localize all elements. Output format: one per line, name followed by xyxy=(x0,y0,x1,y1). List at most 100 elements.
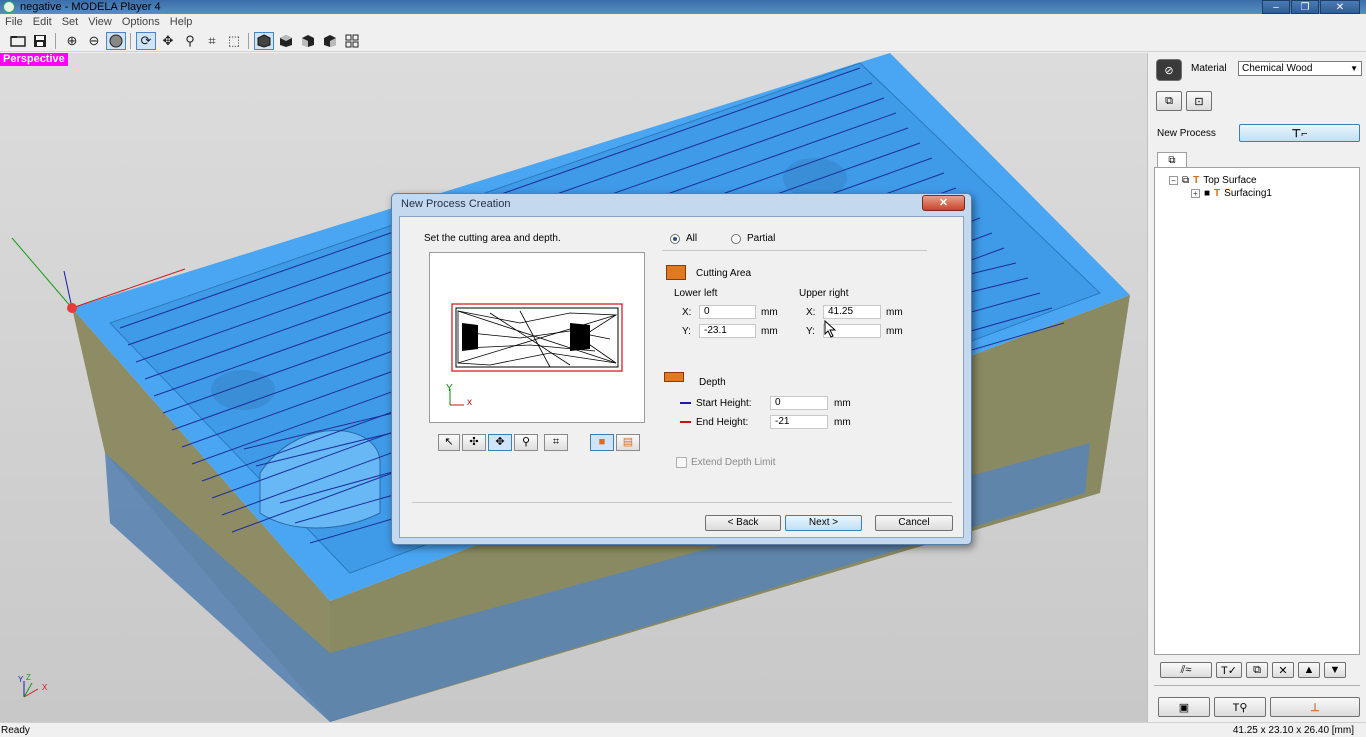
delete-icon[interactable]: ✕ xyxy=(1272,662,1294,678)
app-icon xyxy=(3,1,15,13)
zoom-icon[interactable]: ⚲ xyxy=(180,32,200,50)
move-up-icon[interactable]: ▲ xyxy=(1298,662,1320,678)
globe-wire-icon[interactable]: ⊕ xyxy=(62,32,82,50)
instruction-text: Set the cutting area and depth. xyxy=(424,233,561,244)
zoom-window-icon[interactable]: ⬚ xyxy=(224,32,244,50)
maximize-button[interactable]: ❐ xyxy=(1291,0,1319,14)
menu-view[interactable]: View xyxy=(83,14,117,30)
extend-depth-checkbox[interactable] xyxy=(676,457,687,468)
cutting-area-heading: Cutting Area xyxy=(696,268,752,279)
rotate-icon[interactable]: ⟳ xyxy=(136,32,156,50)
new-file-icon[interactable] xyxy=(8,32,28,50)
model-dimensions: 41.25 x 23.10 x 26.40 [mm] xyxy=(1232,725,1354,736)
stock-view-icon[interactable]: ⊡ xyxy=(1186,91,1212,111)
end-height-label: End Height: xyxy=(696,417,749,428)
right-panel: ⊘ Material Chemical Wood ▼ ⧉ ⊡ New Proce… xyxy=(1147,53,1366,722)
triad-x-label: X xyxy=(42,683,48,692)
material-icon[interactable]: ⊘ xyxy=(1156,59,1182,81)
all-radio-label[interactable]: All xyxy=(686,233,697,244)
tree-item-surfacing1[interactable]: + ■ T Surfacing1 xyxy=(1191,187,1272,199)
all-radio[interactable] xyxy=(670,234,680,244)
expand-icon[interactable]: + xyxy=(1191,188,1200,198)
depth-icon xyxy=(664,372,684,382)
model-view-icon[interactable]: ⧉ xyxy=(1156,91,1182,111)
move-tool-icon[interactable]: ✣ xyxy=(462,434,486,451)
fit-icon[interactable]: ⌗ xyxy=(202,32,222,50)
lower-left-x-input[interactable]: 0 xyxy=(699,305,756,319)
pan-tool-icon[interactable]: ✥ xyxy=(488,434,512,451)
sphere-solid-icon[interactable] xyxy=(106,32,126,50)
menu-options[interactable]: Options xyxy=(117,14,165,30)
mm-unit-label: mm xyxy=(834,398,851,409)
area-tool-icon[interactable]: ■ xyxy=(590,434,614,451)
simulation-icon[interactable]: T⚲ xyxy=(1214,697,1266,717)
minimize-button[interactable]: – xyxy=(1262,0,1290,14)
collapse-icon[interactable]: − xyxy=(1169,175,1178,185)
menu-set[interactable]: Set xyxy=(57,14,84,30)
new-process-button[interactable]: ⊤⌐ xyxy=(1239,124,1360,142)
close-button[interactable]: ✕ xyxy=(1320,0,1360,14)
upper-right-x-input[interactable]: 41.25 xyxy=(823,305,881,319)
status-text: Ready xyxy=(1,725,30,736)
cancel-button[interactable]: Cancel xyxy=(875,515,953,531)
dialog-title: New Process Creation xyxy=(401,198,511,210)
start-height-label: Start Height: xyxy=(696,398,752,409)
next-button[interactable]: Next > xyxy=(785,515,862,531)
depth-heading: Depth xyxy=(699,377,726,388)
preview-y-label: Y xyxy=(446,383,453,394)
move-down-icon[interactable]: ▼ xyxy=(1324,662,1346,678)
title-bar: negative - MODELA Player 4 – ❐ ✕ xyxy=(0,0,1366,14)
upper-right-y-label: Y: xyxy=(806,326,815,337)
window-title: negative - MODELA Player 4 xyxy=(20,1,161,13)
upper-right-x-label: X: xyxy=(806,307,816,318)
upper-right-label: Upper right xyxy=(799,288,849,299)
view-mode-label: Perspective xyxy=(0,53,68,66)
material-select[interactable]: Chemical Wood ▼ xyxy=(1238,61,1362,76)
view-iso-icon[interactable] xyxy=(254,32,274,50)
lower-left-label: Lower left xyxy=(674,288,718,299)
mm-unit-label: mm xyxy=(761,326,778,337)
save-icon[interactable] xyxy=(30,32,50,50)
preview-icon[interactable]: ▣ xyxy=(1158,697,1210,717)
end-height-marker xyxy=(680,421,691,423)
pan-icon[interactable]: ✥ xyxy=(158,32,178,50)
select-tool-icon[interactable]: ↖ xyxy=(438,434,460,451)
copy-icon[interactable]: ⧉ xyxy=(1246,662,1268,678)
menu-help[interactable]: Help xyxy=(165,14,198,30)
globe-icon[interactable]: ⊖ xyxy=(84,32,104,50)
end-height-input[interactable]: -21 xyxy=(770,415,828,429)
cutting-area-preview[interactable]: Y x xyxy=(429,252,645,423)
view-front-icon[interactable] xyxy=(298,32,318,50)
back-button[interactable]: < Back xyxy=(705,515,781,531)
extend-depth-label: Extend Depth Limit xyxy=(691,457,776,468)
view-side-icon[interactable] xyxy=(320,32,340,50)
cut-icon[interactable]: ⊥ xyxy=(1270,697,1360,717)
mm-unit-label: mm xyxy=(886,326,903,337)
view-multi-icon[interactable] xyxy=(342,32,362,50)
partial-radio[interactable] xyxy=(731,234,741,244)
dialog-close-button[interactable]: ✕ xyxy=(922,195,965,211)
tool-icon: T xyxy=(1214,187,1221,199)
start-height-input[interactable]: 0 xyxy=(770,396,828,410)
lower-left-y-input[interactable]: -23.1 xyxy=(699,324,756,338)
layers-icon: ⧉ xyxy=(1182,174,1190,186)
preview-drawing xyxy=(449,303,623,406)
menu-file[interactable]: File xyxy=(0,14,28,30)
tree-item-top-surface[interactable]: − ⧉ T Top Surface xyxy=(1169,174,1257,186)
partial-radio-label[interactable]: Partial xyxy=(747,233,775,244)
fit-tool-icon[interactable]: ⌗ xyxy=(544,434,568,451)
tool-edit-icon[interactable]: T✓ xyxy=(1216,662,1242,678)
mouse-cursor-icon xyxy=(824,320,837,338)
lower-left-x-label: X: xyxy=(682,307,692,318)
menu-edit[interactable]: Edit xyxy=(28,14,57,30)
toolpath-icon[interactable]: ⫽≈ xyxy=(1160,662,1212,678)
zoom-tool-icon[interactable]: ⚲ xyxy=(514,434,538,451)
start-height-marker xyxy=(680,402,691,404)
square-icon: ■ xyxy=(1204,187,1211,199)
process-tool-icon: ⊤⌐ xyxy=(1291,127,1308,140)
depth-tool-icon[interactable]: ▤ xyxy=(616,434,640,451)
view-top-icon[interactable] xyxy=(276,32,296,50)
triad-y-label: Y xyxy=(18,675,24,684)
triad-z-label: Z xyxy=(26,673,31,682)
tree-tab[interactable]: ⧉ xyxy=(1157,152,1187,168)
